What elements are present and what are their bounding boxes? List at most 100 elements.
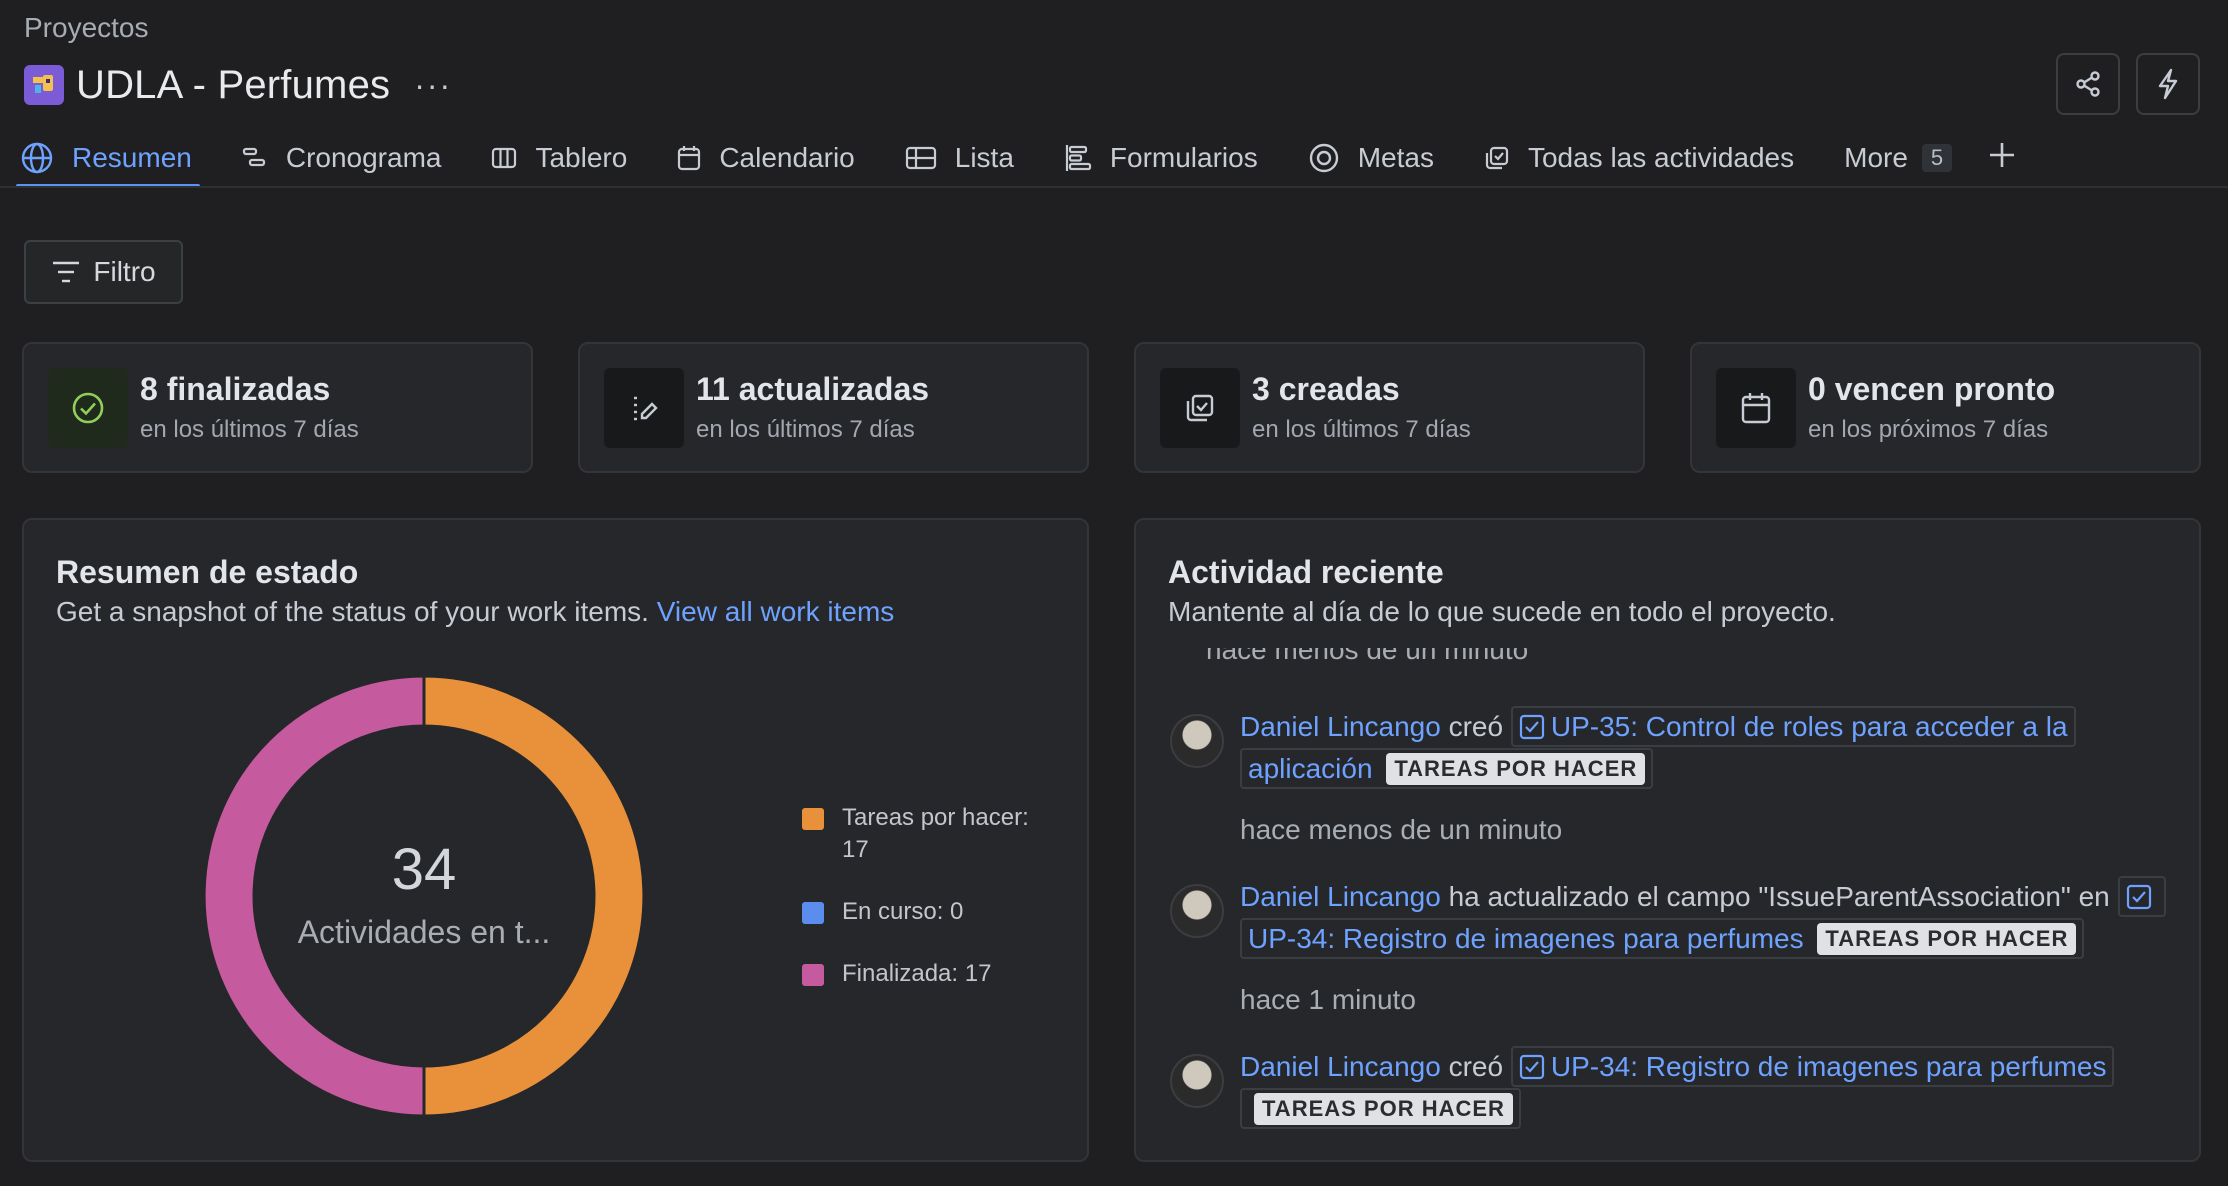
edit-list-icon [604, 367, 684, 448]
forms-icon [1064, 143, 1092, 173]
activity-action: ha actualizado el campo "IssueParentAsso… [1448, 881, 2110, 912]
stat-subtitle: en los últimos 7 días [1252, 416, 1471, 443]
activity-action: creó [1448, 1051, 1504, 1082]
panel-description: Mantente al día de lo que sucede en todo… [1168, 596, 1836, 627]
status-badge: TAREAS POR HACER [1254, 1093, 1513, 1125]
tab-formularios[interactable]: Formularios [1064, 130, 1258, 186]
legend-label: Finalizada: 17 [842, 960, 992, 987]
stat-card-vencen[interactable]: 0 vencen pronto en los próximos 7 días [1690, 342, 2201, 473]
calendar-icon [1716, 367, 1796, 448]
legend-label: En curso: 0 [842, 898, 964, 925]
project-header: UDLA - Perfumes ··· [24, 58, 452, 112]
status-donut-chart: 34 Actividades en t... [174, 646, 674, 1146]
legend-swatch [802, 964, 824, 986]
legend-swatch [802, 902, 824, 924]
activity-text: Daniel Lincango creó UP-35: Control de r… [1240, 706, 2170, 790]
legend-label: Tareas por hacer: 17 [842, 804, 1029, 863]
stat-card-finalizadas[interactable]: 8 finalizadas en los últimos 7 días [22, 342, 533, 473]
donut-total: 34 [391, 837, 457, 902]
globe-icon [20, 141, 54, 175]
tab-todas-actividades[interactable]: Todas las actividades [1484, 130, 1794, 186]
share-icon [2076, 71, 2100, 97]
legend-item-finalizada[interactable]: Finalizada: 17 [802, 958, 1052, 990]
activity-text: Daniel Lincango ha actualizado el campo … [1240, 876, 2170, 960]
activity-text: Daniel Lincango creó UP-34: Registro de … [1240, 1046, 2170, 1130]
activity-action: creó [1448, 711, 1504, 742]
more-actions-button[interactable]: ··· [414, 69, 452, 101]
tab-metas[interactable]: Metas [1308, 130, 1434, 186]
issue-title: UP-34: Registro de imagenes para perfume… [1248, 923, 1804, 954]
status-badge: TAREAS POR HACER [1386, 753, 1646, 785]
add-tab-button[interactable] [1986, 138, 2018, 178]
more-count-badge: 5 [1921, 144, 1953, 172]
created-icon [1160, 367, 1240, 448]
stat-card-creadas[interactable]: 3 creadas en los últimos 7 días [1134, 342, 1645, 473]
timeline-icon [242, 145, 268, 171]
tab-label: More [1844, 142, 1908, 173]
stat-title: 3 creadas [1252, 371, 1400, 407]
plus-icon [1990, 143, 2015, 167]
stat-title: 0 vencen pronto [1808, 371, 2056, 407]
legend-swatch [802, 808, 824, 830]
tab-more[interactable]: More 5 [1844, 130, 1953, 186]
chart-legend: Tareas por hacer: 17 En curso: 0 Finaliz… [802, 802, 1052, 1020]
filter-label: Filtro [93, 256, 156, 287]
legend-item-por-hacer[interactable]: Tareas por hacer: 17 [802, 802, 1052, 866]
project-avatar-icon [24, 65, 64, 105]
panel-title: Actividad reciente [1168, 554, 1444, 590]
tab-lista[interactable]: Lista [905, 130, 1014, 186]
tab-cronograma[interactable]: Cronograma [242, 130, 442, 186]
avatar[interactable] [1170, 714, 1224, 768]
stat-subtitle: en los últimos 7 días [696, 416, 915, 443]
panel-title: Resumen de estado [56, 554, 359, 590]
automation-button[interactable] [2136, 53, 2200, 115]
user-link[interactable]: Daniel Lincango [1240, 1051, 1441, 1082]
breadcrumb[interactable]: Proyectos [24, 12, 149, 44]
share-button[interactable] [2056, 53, 2120, 115]
status-overview-panel: Resumen de estado Get a snapshot of the … [22, 518, 1089, 1162]
check-circle-icon [48, 367, 128, 448]
status-badge: TAREAS POR HACER [1817, 923, 2077, 955]
recent-activity-panel: Actividad reciente Mantente al día de lo… [1134, 518, 2201, 1162]
stat-title: 8 finalizadas [140, 371, 331, 407]
tabs-divider [0, 186, 2228, 188]
description-text: Get a snapshot of the status of your wor… [56, 596, 649, 627]
stat-title: 11 actualizadas [696, 371, 930, 407]
tab-calendario[interactable]: Calendario [677, 130, 855, 186]
activity-time: hace menos de un minuto [1206, 648, 1529, 665]
tab-label: Todas las actividades [1527, 142, 1795, 173]
tab-label: Cronograma [285, 142, 442, 173]
panel-description: Get a snapshot of the status of your wor… [56, 596, 894, 628]
activities-icon [1484, 145, 1510, 171]
page-title: UDLA - Perfumes [76, 62, 391, 107]
issue-title: UP-34: Registro de imagenes para perfume… [1550, 1051, 2107, 1082]
lightning-icon [2158, 68, 2178, 100]
activity-time: hace 1 minuto [1240, 984, 1416, 1015]
board-icon [491, 145, 517, 171]
list-icon [905, 145, 937, 171]
checkbox-icon [1519, 1054, 1544, 1080]
stat-card-actualizadas[interactable]: 11 actualizadas en los últimos 7 días [578, 342, 1089, 473]
view-all-work-items-link[interactable]: View all work items [657, 596, 895, 627]
stat-subtitle: en los últimos 7 días [140, 416, 359, 443]
activity-time: hace menos de un minuto [1240, 814, 1563, 845]
user-link[interactable]: Daniel Lincango [1240, 711, 1441, 742]
user-link[interactable]: Daniel Lincango [1240, 881, 1441, 912]
stat-subtitle: en los próximos 7 días [1808, 416, 2049, 443]
checkbox-icon [1519, 714, 1544, 740]
filter-icon [53, 261, 80, 283]
activity-feed[interactable]: hace menos de un minuto Daniel Lincango … [1136, 648, 2199, 1148]
tab-label: Calendario [719, 142, 855, 173]
tab-resumen[interactable]: Resumen [16, 130, 200, 188]
tab-label: Metas [1357, 142, 1434, 173]
tab-label: Formularios [1109, 142, 1258, 173]
legend-item-en-curso[interactable]: En curso: 0 [802, 896, 1052, 928]
target-icon [1308, 142, 1340, 174]
avatar[interactable] [1170, 1054, 1224, 1108]
tab-label: Resumen [72, 142, 192, 173]
tab-label: Tablero [535, 142, 628, 173]
avatar[interactable] [1170, 884, 1224, 938]
filter-button[interactable]: Filtro [24, 240, 183, 304]
donut-total-label: Actividades en t... [297, 914, 551, 950]
tab-tablero[interactable]: Tablero [491, 130, 627, 186]
